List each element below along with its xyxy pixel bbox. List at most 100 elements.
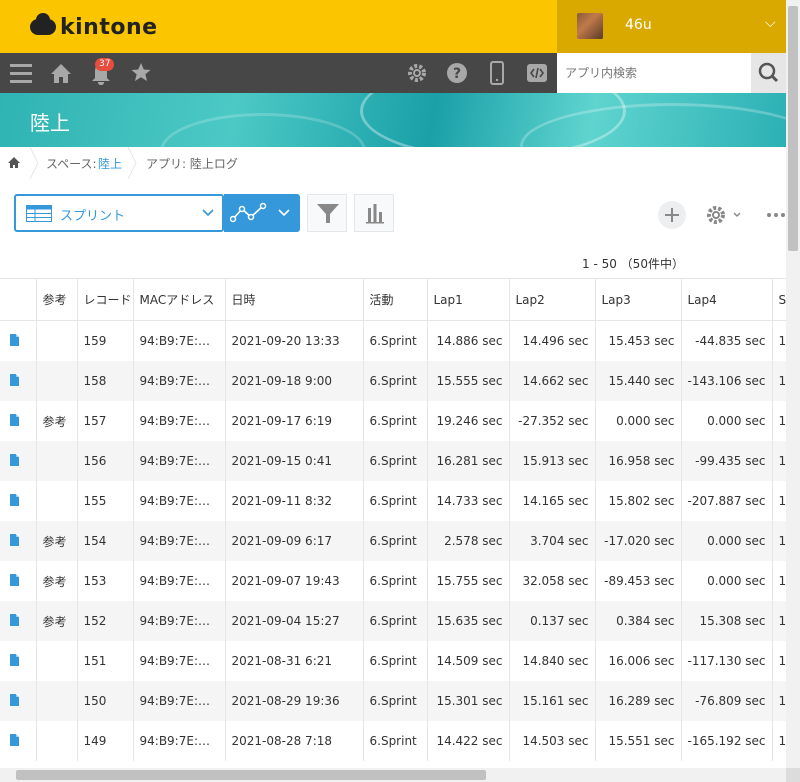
document-icon[interactable] [10,573,19,586]
table-view-icon [26,205,52,222]
table-row[interactable]: 156 94:B9:7E:… 2021-09-15 0:41 6.Sprint 16.2… [0,441,786,481]
scrollbar-thumb[interactable] [16,770,486,780]
record-list: 参考 レコード MACアドレス 日時 活動 Lap1 Lap2 Lap3 Lap… [0,278,786,769]
add-record-button[interactable] [658,201,686,229]
table-cell-s: 1 [772,721,786,761]
table-row[interactable]: 参考 152 94:B9:7E:… 2021-09-04 15:27 6.Sprint 1… [0,601,786,641]
table-cell-record: 153 [77,561,134,601]
document-icon[interactable] [10,733,19,746]
column-header[interactable]: レコード [77,279,134,321]
table-row[interactable]: 150 94:B9:7E:… 2021-08-29 19:36 6.Sprint 15.… [0,681,786,721]
table-cell-lap3: -17.020 sec [595,521,682,561]
column-header[interactable]: S [772,279,786,321]
table-cell-lap3: 16.958 sec [595,441,682,481]
document-icon[interactable] [10,533,19,546]
record-detail-cell[interactable] [0,561,37,601]
bar-chart-icon [366,204,384,224]
table-cell-ref: 参考 [36,521,78,561]
table-cell-s: 1 [772,561,786,601]
more-options-button[interactable] [764,202,786,228]
table-cell-mac: 94:B9:7E:… [133,361,226,401]
table-cell-datetime: 2021-09-20 13:33 [225,320,364,361]
table-cell-lap3: 15.440 sec [595,361,682,401]
filter-button[interactable] [307,194,347,232]
document-icon[interactable] [10,693,19,706]
horizontal-scrollbar[interactable] [0,768,786,782]
user-menu[interactable]: 46u ⌵ [557,0,786,53]
table-cell-datetime: 2021-09-04 15:27 [225,601,364,641]
record-detail-cell[interactable] [0,320,37,361]
column-header[interactable]: Lap4 [681,279,773,321]
table-header-row: 参考 レコード MACアドレス 日時 活動 Lap1 Lap2 Lap3 Lap… [0,279,786,321]
column-header[interactable]: Lap3 [595,279,682,321]
record-detail-cell[interactable] [0,481,37,521]
table-row[interactable]: 参考 157 94:B9:7E:… 2021-09-17 6:19 6.Sprint 19… [0,401,786,441]
vertical-scrollbar[interactable] [786,0,800,782]
breadcrumb-app[interactable]: アプリ: 陸上ログ [146,155,238,172]
table-row[interactable]: 155 94:B9:7E:… 2021-09-11 8:32 6.Sprint 14.7… [0,481,786,521]
document-icon[interactable] [10,453,19,466]
record-detail-cell[interactable] [0,601,37,641]
document-icon[interactable] [10,373,19,386]
column-header[interactable]: 日時 [225,279,364,321]
table-cell-lap2: 32.058 sec [509,561,596,601]
chevron-down-icon [202,209,214,217]
scrollbar-thumb[interactable] [788,6,798,251]
table-row[interactable]: 参考 154 94:B9:7E:… 2021-09-09 6:17 6.Sprint 2.… [0,521,786,561]
table-cell-mac: 94:B9:7E:… [133,401,226,441]
table-row[interactable]: 158 94:B9:7E:… 2021-09-18 9:00 6.Sprint 15.5… [0,361,786,401]
app-settings-button[interactable] [704,202,744,228]
table-cell-mac: 94:B9:7E:… [133,721,226,761]
record-detail-cell[interactable] [0,721,37,761]
table-cell-lap3: 16.006 sec [595,641,682,681]
graph-button[interactable] [354,194,394,232]
table-cell-ref: 参考 [36,401,78,441]
table-cell-lap1: 16.281 sec [427,441,510,481]
chevron-down-icon [278,209,290,217]
kintone-logo[interactable]: kintone [30,13,158,40]
record-detail-cell[interactable] [0,681,37,721]
table-row[interactable]: 159 94:B9:7E:… 2021-09-20 13:33 6.Sprint 14.… [0,320,786,361]
chevron-down-icon: ⌵ [765,15,776,31]
pagination-count: 1 - 50 （50件中） [582,257,684,271]
record-detail-cell[interactable] [0,361,37,401]
document-icon[interactable] [10,493,19,506]
app-search-input[interactable] [557,53,751,93]
space-title: 陸上 [30,111,70,135]
view-selector[interactable]: スプリント [14,194,224,232]
table-cell-datetime: 2021-09-17 6:19 [225,401,364,441]
column-header[interactable]: Lap1 [427,279,510,321]
graph-selector-button[interactable] [224,194,300,232]
table-cell-s: 1 [772,320,786,361]
table-cell-lap2: 0.137 sec [509,601,596,641]
column-header[interactable]: 活動 [363,279,428,321]
record-detail-cell[interactable] [0,441,37,481]
table-cell-mac: 94:B9:7E:… [133,681,226,721]
breadcrumb: スペース: 陸上 アプリ: 陸上ログ [0,147,786,179]
record-detail-cell[interactable] [0,641,37,681]
table-row[interactable]: 151 94:B9:7E:… 2021-08-31 6:21 6.Sprint 14.5… [0,641,786,681]
table-cell-s: 1 [772,361,786,401]
document-icon[interactable] [10,333,19,346]
search-button[interactable] [751,53,786,93]
table-cell-mac: 94:B9:7E:… [133,521,226,561]
document-icon[interactable] [10,413,19,426]
table-cell-activity: 6.Sprint [363,721,428,761]
record-detail-cell[interactable] [0,521,37,561]
table-cell-activity: 6.Sprint [363,521,428,561]
home-icon[interactable] [8,157,20,169]
breadcrumb-space-link[interactable]: 陸上 [98,155,122,172]
table-cell-lap1: 15.301 sec [427,681,510,721]
column-header[interactable]: 参考 [36,279,78,321]
table-cell-activity: 6.Sprint [363,320,428,361]
document-icon[interactable] [10,613,19,626]
column-header[interactable]: Lap2 [509,279,596,321]
record-detail-cell[interactable] [0,401,37,441]
table-cell-mac: 94:B9:7E:… [133,320,226,361]
table-row[interactable]: 149 94:B9:7E:… 2021-08-28 7:18 6.Sprint 14.4… [0,721,786,761]
column-header[interactable]: MACアドレス [133,279,226,321]
logo-text: kintone [60,14,158,40]
document-icon[interactable] [10,653,19,666]
table-row[interactable]: 参考 153 94:B9:7E:… 2021-09-07 19:43 6.Sprint 1… [0,561,786,601]
table-cell-record: 149 [77,721,134,761]
